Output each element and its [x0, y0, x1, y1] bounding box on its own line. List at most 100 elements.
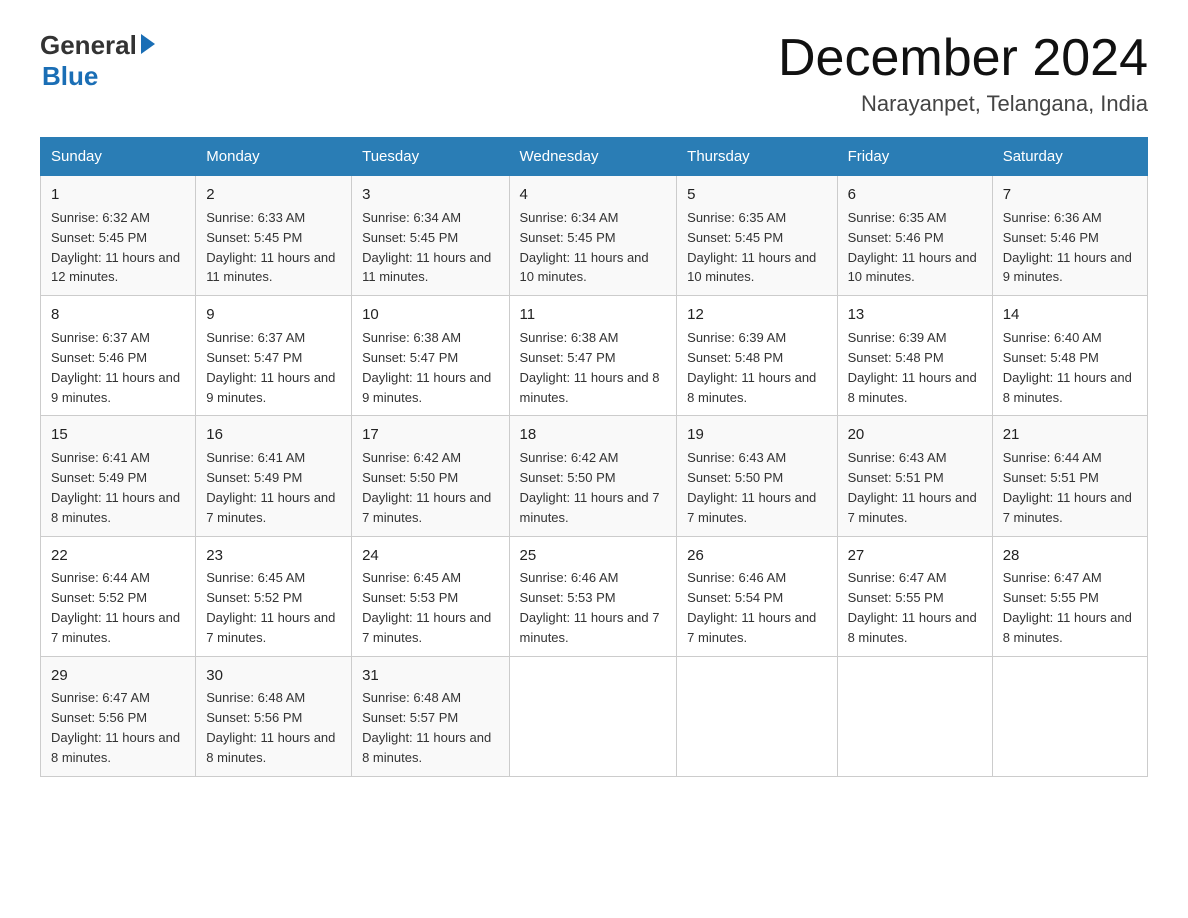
- calendar-cell: 24Sunrise: 6:45 AMSunset: 5:53 PMDayligh…: [352, 536, 509, 656]
- day-info: Sunrise: 6:34 AMSunset: 5:45 PMDaylight:…: [362, 210, 491, 285]
- calendar-cell: [837, 656, 992, 776]
- day-info: Sunrise: 6:44 AMSunset: 5:51 PMDaylight:…: [1003, 450, 1132, 525]
- calendar-cell: 18Sunrise: 6:42 AMSunset: 5:50 PMDayligh…: [509, 416, 677, 536]
- calendar-cell: 22 Sunrise: 6:44 AMSunset: 5:52 PMDayligh…: [41, 536, 196, 656]
- logo: General Blue: [40, 30, 155, 92]
- day-info: Sunrise: 6:47 AMSunset: 5:55 PMDaylight:…: [848, 570, 977, 645]
- calendar-cell: 14 Sunrise: 6:40 AMSunset: 5:48 PMDayligh…: [992, 296, 1147, 416]
- day-info: Sunrise: 6:38 AMSunset: 5:47 PMDaylight:…: [362, 330, 491, 405]
- day-info: Sunrise: 6:45 AMSunset: 5:52 PMDaylight:…: [206, 570, 335, 645]
- day-number: 20: [848, 424, 982, 446]
- week-row-3: 15Sunrise: 6:41 AMSunset: 5:49 PMDayligh…: [41, 416, 1148, 536]
- day-number: 16: [206, 424, 341, 446]
- calendar-cell: 29 Sunrise: 6:47 AMSunset: 5:56 PMDayligh…: [41, 656, 196, 776]
- day-info: Sunrise: 6:47 AMSunset: 5:55 PMDaylight:…: [1003, 570, 1132, 645]
- week-row-4: 22 Sunrise: 6:44 AMSunset: 5:52 PMDayligh…: [41, 536, 1148, 656]
- day-number: 27: [848, 545, 982, 567]
- calendar-cell: 31 Sunrise: 6:48 AMSunset: 5:57 PMDayligh…: [352, 656, 509, 776]
- calendar-cell: 12Sunrise: 6:39 AMSunset: 5:48 PMDayligh…: [677, 296, 837, 416]
- day-info: Sunrise: 6:37 AMSunset: 5:46 PMDaylight:…: [51, 330, 180, 405]
- logo-arrow-icon: [141, 34, 155, 54]
- day-number: 5: [687, 184, 826, 206]
- day-info: Sunrise: 6:42 AMSunset: 5:50 PMDaylight:…: [520, 450, 660, 525]
- column-header-saturday: Saturday: [992, 138, 1147, 176]
- calendar-cell: 23 Sunrise: 6:45 AMSunset: 5:52 PMDayligh…: [196, 536, 352, 656]
- calendar-cell: 10 Sunrise: 6:38 AMSunset: 5:47 PMDayligh…: [352, 296, 509, 416]
- day-info: Sunrise: 6:47 AMSunset: 5:56 PMDaylight:…: [51, 690, 180, 765]
- day-number: 8: [51, 304, 185, 326]
- day-number: 14: [1003, 304, 1137, 326]
- day-info: Sunrise: 6:48 AMSunset: 5:56 PMDaylight:…: [206, 690, 335, 765]
- calendar-cell: [677, 656, 837, 776]
- calendar-cell: 21 Sunrise: 6:44 AMSunset: 5:51 PMDayligh…: [992, 416, 1147, 536]
- week-row-2: 8 Sunrise: 6:37 AMSunset: 5:46 PMDaylight…: [41, 296, 1148, 416]
- day-number: 28: [1003, 545, 1137, 567]
- day-number: 9: [206, 304, 341, 326]
- title-section: December 2024 Narayanpet, Telangana, Ind…: [778, 30, 1148, 117]
- calendar-cell: 6 Sunrise: 6:35 AMSunset: 5:46 PMDaylight…: [837, 176, 992, 296]
- day-info: Sunrise: 6:48 AMSunset: 5:57 PMDaylight:…: [362, 690, 491, 765]
- day-info: Sunrise: 6:42 AMSunset: 5:50 PMDaylight:…: [362, 450, 491, 525]
- calendar-cell: 25Sunrise: 6:46 AMSunset: 5:53 PMDayligh…: [509, 536, 677, 656]
- day-number: 6: [848, 184, 982, 206]
- day-number: 19: [687, 424, 826, 446]
- column-header-row: SundayMondayTuesdayWednesdayThursdayFrid…: [41, 138, 1148, 176]
- day-number: 31: [362, 665, 498, 687]
- column-header-thursday: Thursday: [677, 138, 837, 176]
- day-number: 3: [362, 184, 498, 206]
- day-info: Sunrise: 6:35 AMSunset: 5:45 PMDaylight:…: [687, 210, 816, 285]
- day-info: Sunrise: 6:45 AMSunset: 5:53 PMDaylight:…: [362, 570, 491, 645]
- calendar-cell: 7 Sunrise: 6:36 AMSunset: 5:46 PMDaylight…: [992, 176, 1147, 296]
- day-number: 22: [51, 545, 185, 567]
- calendar-cell: 30 Sunrise: 6:48 AMSunset: 5:56 PMDayligh…: [196, 656, 352, 776]
- calendar-cell: 19 Sunrise: 6:43 AMSunset: 5:50 PMDayligh…: [677, 416, 837, 536]
- calendar-cell: 4Sunrise: 6:34 AMSunset: 5:45 PMDaylight…: [509, 176, 677, 296]
- calendar-cell: 20 Sunrise: 6:43 AMSunset: 5:51 PMDayligh…: [837, 416, 992, 536]
- column-header-friday: Friday: [837, 138, 992, 176]
- day-info: Sunrise: 6:37 AMSunset: 5:47 PMDaylight:…: [206, 330, 335, 405]
- column-header-sunday: Sunday: [41, 138, 196, 176]
- calendar-cell: 9 Sunrise: 6:37 AMSunset: 5:47 PMDaylight…: [196, 296, 352, 416]
- day-number: 21: [1003, 424, 1137, 446]
- day-number: 17: [362, 424, 498, 446]
- day-number: 29: [51, 665, 185, 687]
- day-number: 26: [687, 545, 826, 567]
- calendar-cell: 15Sunrise: 6:41 AMSunset: 5:49 PMDayligh…: [41, 416, 196, 536]
- day-number: 7: [1003, 184, 1137, 206]
- day-number: 10: [362, 304, 498, 326]
- day-info: Sunrise: 6:38 AMSunset: 5:47 PMDaylight:…: [520, 330, 660, 405]
- day-info: Sunrise: 6:35 AMSunset: 5:46 PMDaylight:…: [848, 210, 977, 285]
- calendar-cell: 13Sunrise: 6:39 AMSunset: 5:48 PMDayligh…: [837, 296, 992, 416]
- logo-general-text: General: [40, 30, 137, 61]
- column-header-wednesday: Wednesday: [509, 138, 677, 176]
- calendar-cell: 17 Sunrise: 6:42 AMSunset: 5:50 PMDayligh…: [352, 416, 509, 536]
- day-info: Sunrise: 6:43 AMSunset: 5:51 PMDaylight:…: [848, 450, 977, 525]
- day-info: Sunrise: 6:40 AMSunset: 5:48 PMDaylight:…: [1003, 330, 1132, 405]
- calendar-cell: 27 Sunrise: 6:47 AMSunset: 5:55 PMDayligh…: [837, 536, 992, 656]
- subtitle: Narayanpet, Telangana, India: [778, 91, 1148, 117]
- calendar-cell: 16 Sunrise: 6:41 AMSunset: 5:49 PMDayligh…: [196, 416, 352, 536]
- column-header-tuesday: Tuesday: [352, 138, 509, 176]
- calendar-cell: 28 Sunrise: 6:47 AMSunset: 5:55 PMDayligh…: [992, 536, 1147, 656]
- day-number: 11: [520, 304, 667, 326]
- calendar-cell: [509, 656, 677, 776]
- calendar-table: SundayMondayTuesdayWednesdayThursdayFrid…: [40, 137, 1148, 777]
- day-info: Sunrise: 6:43 AMSunset: 5:50 PMDaylight:…: [687, 450, 816, 525]
- column-header-monday: Monday: [196, 138, 352, 176]
- day-info: Sunrise: 6:41 AMSunset: 5:49 PMDaylight:…: [206, 450, 335, 525]
- day-number: 23: [206, 545, 341, 567]
- day-number: 25: [520, 545, 667, 567]
- calendar-cell: 5 Sunrise: 6:35 AMSunset: 5:45 PMDaylight…: [677, 176, 837, 296]
- calendar-cell: 3 Sunrise: 6:34 AMSunset: 5:45 PMDaylight…: [352, 176, 509, 296]
- calendar-cell: [992, 656, 1147, 776]
- day-info: Sunrise: 6:36 AMSunset: 5:46 PMDaylight:…: [1003, 210, 1132, 285]
- page-header: General Blue December 2024 Narayanpet, T…: [40, 30, 1148, 117]
- logo-blue-text: Blue: [42, 61, 155, 92]
- day-info: Sunrise: 6:39 AMSunset: 5:48 PMDaylight:…: [848, 330, 977, 405]
- day-number: 30: [206, 665, 341, 687]
- day-info: Sunrise: 6:33 AMSunset: 5:45 PMDaylight:…: [206, 210, 335, 285]
- main-title: December 2024: [778, 30, 1148, 87]
- day-info: Sunrise: 6:44 AMSunset: 5:52 PMDaylight:…: [51, 570, 180, 645]
- calendar-cell: 2Sunrise: 6:33 AMSunset: 5:45 PMDaylight…: [196, 176, 352, 296]
- calendar-cell: 1Sunrise: 6:32 AMSunset: 5:45 PMDaylight…: [41, 176, 196, 296]
